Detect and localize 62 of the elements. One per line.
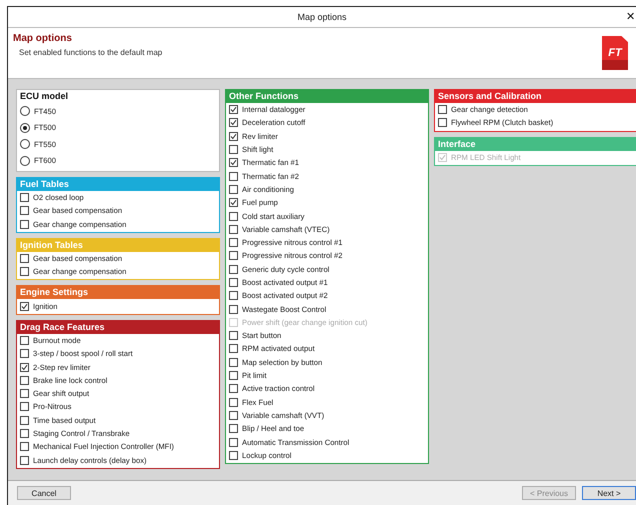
checkbox[interactable]	[229, 132, 238, 141]
checkbox[interactable]	[20, 206, 29, 216]
checkbox[interactable]	[229, 331, 238, 340]
checkbox[interactable]	[229, 410, 238, 420]
checkbox[interactable]	[20, 456, 29, 465]
checkbox[interactable]	[20, 376, 29, 385]
logo: FT	[602, 36, 628, 70]
checkbox[interactable]	[229, 105, 238, 114]
radio-button[interactable]	[20, 106, 30, 116]
group-title: Interface	[435, 138, 636, 151]
checkbox[interactable]	[20, 254, 29, 264]
checkbox[interactable]	[20, 302, 29, 311]
group-title: Other Functions	[226, 90, 428, 103]
dialog-button[interactable]: Cancel	[17, 486, 71, 500]
radio-button[interactable]	[20, 156, 30, 166]
checkbox[interactable]	[229, 398, 238, 407]
group-title: Fuel Tables	[17, 178, 219, 191]
checkbox[interactable]	[229, 344, 238, 354]
checkbox[interactable]	[438, 105, 447, 114]
page-title: Map options	[13, 33, 73, 44]
checkbox[interactable]	[229, 384, 238, 394]
checkbox[interactable]	[20, 416, 29, 425]
checkbox[interactable]	[229, 450, 238, 460]
checkbox[interactable]	[229, 198, 238, 208]
checkbox[interactable]	[20, 336, 29, 345]
group-title: Ignition Tables	[17, 238, 219, 252]
page-subtitle: Set enabled functions to the default map	[18, 48, 162, 57]
checkbox[interactable]	[438, 118, 447, 128]
checkbox[interactable]	[229, 118, 238, 128]
checkbox[interactable]	[229, 304, 238, 314]
checkbox[interactable]	[229, 264, 238, 274]
checkbox[interactable]	[229, 224, 238, 234]
checkbox[interactable]	[229, 358, 238, 367]
checkbox[interactable]	[20, 349, 29, 358]
checkbox[interactable]	[229, 438, 238, 447]
dialog-button[interactable]: Next >	[582, 486, 636, 500]
checkbox[interactable]	[229, 184, 238, 194]
group-title: Drag Race Features	[17, 320, 219, 334]
checkbox[interactable]	[20, 402, 29, 412]
checkbox[interactable]	[20, 389, 29, 398]
checkbox[interactable]	[20, 193, 29, 202]
radio-button[interactable]	[20, 139, 30, 150]
checkbox[interactable]	[229, 371, 238, 380]
checkbox[interactable]	[229, 424, 238, 434]
checkbox[interactable]	[229, 145, 238, 154]
checkbox[interactable]	[229, 172, 238, 181]
window-title: Map options	[297, 12, 347, 22]
group-title: Engine Settings	[17, 286, 219, 300]
checkbox[interactable]	[20, 362, 29, 372]
checkbox[interactable]	[20, 442, 29, 452]
group-title: Sensors and Calibration	[435, 90, 636, 103]
checkbox[interactable]	[20, 220, 29, 229]
checkbox[interactable]	[229, 158, 238, 168]
close-button[interactable]: ✕	[626, 10, 635, 23]
checkbox[interactable]	[229, 251, 238, 260]
radio-button[interactable]	[20, 122, 30, 133]
checkbox[interactable]	[229, 291, 238, 300]
checkbox[interactable]	[229, 238, 238, 248]
checkbox[interactable]	[229, 212, 238, 221]
checkbox[interactable]	[229, 278, 238, 287]
checkbox[interactable]	[20, 429, 29, 438]
checkbox[interactable]	[20, 267, 29, 276]
